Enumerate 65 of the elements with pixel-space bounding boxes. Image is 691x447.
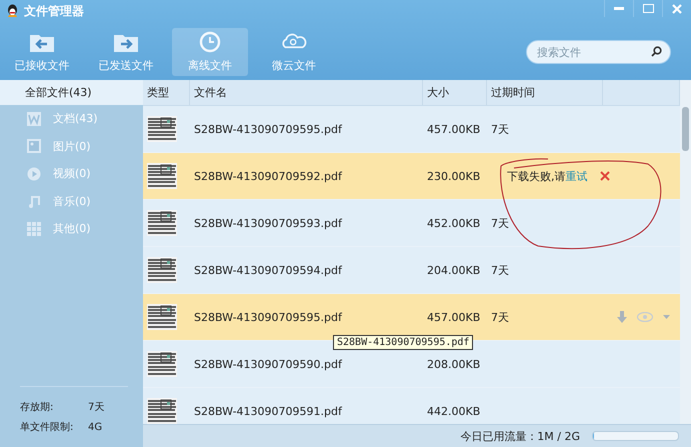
- file-name: S28BW-413090709591.pdf: [194, 404, 342, 418]
- document-thumbnail-icon: [147, 116, 177, 142]
- expiry-time: 7天: [491, 262, 509, 278]
- sidebar-item[interactable]: 全部文件(43): [0, 80, 143, 105]
- retry-link[interactable]: 重试: [566, 170, 588, 182]
- image-icon: [27, 139, 41, 154]
- info-label: 存放期:: [20, 400, 54, 414]
- close-icon: [672, 4, 682, 14]
- column-header[interactable]: 大小: [423, 80, 487, 105]
- file-name: S28BW-413090709595.pdf: [194, 122, 342, 136]
- column-header[interactable]: 文件名: [190, 80, 423, 105]
- column-header[interactable]: 类型: [143, 80, 190, 105]
- close-icon[interactable]: [600, 171, 610, 181]
- file-name: S28BW-413090709595.pdf: [194, 310, 342, 324]
- sidebar-item[interactable]: 视频(0): [0, 160, 143, 188]
- expiry-time: 7天: [491, 122, 509, 136]
- window-title: 文件管理器: [24, 2, 85, 20]
- tooltip: S28BW-413090709595.pdf: [333, 335, 474, 350]
- document-thumbnail-icon: [147, 210, 177, 236]
- document-thumbnail-icon: [147, 398, 177, 424]
- sidebar-item[interactable]: 音乐(0): [0, 188, 143, 215]
- file-size: 204.00KB: [427, 264, 480, 276]
- file-name: S28BW-413090709593.pdf: [194, 216, 342, 230]
- penguin-icon: [6, 4, 19, 18]
- search-field[interactable]: 搜索文件: [526, 40, 671, 64]
- toolbar-tab[interactable]: 离线文件: [172, 28, 248, 76]
- file-name: S28BW-413090709594.pdf: [194, 264, 342, 276]
- file-size: 230.00KB: [427, 170, 480, 182]
- expiry-time: 7天: [491, 310, 509, 324]
- file-size: 457.00KB: [427, 310, 480, 324]
- document-thumbnail-icon: [147, 163, 177, 189]
- clock-icon: [197, 31, 223, 53]
- document-thumbnail-icon: [147, 304, 177, 330]
- search-icon: [651, 46, 662, 57]
- file-name: S28BW-413090709592.pdf: [194, 170, 342, 182]
- caret-icon[interactable]: [663, 315, 670, 319]
- expiry-time: 7天: [491, 216, 509, 230]
- eye-icon[interactable]: [637, 312, 653, 322]
- document-thumbnail-icon: [147, 257, 177, 283]
- info-value: 4G: [88, 422, 102, 432]
- grid-icon: [27, 222, 41, 236]
- document-thumbnail-icon: [147, 351, 177, 377]
- scrollbar-thumb[interactable]: [682, 107, 689, 151]
- info-label: 单文件限制:: [20, 420, 74, 434]
- file-name: S28BW-413090709590.pdf: [194, 358, 342, 370]
- toolbar-tab[interactable]: 已发送文件: [88, 28, 164, 76]
- file-size: 442.00KB: [427, 404, 480, 418]
- music-note-icon: [27, 194, 41, 208]
- toolbar-tab[interactable]: 微云文件: [256, 28, 332, 76]
- toolbar-tab[interactable]: 已接收文件: [4, 28, 80, 76]
- error-message: 下载失败,请重试: [507, 168, 588, 184]
- minimize-icon: [614, 7, 624, 10]
- sidebar-item[interactable]: 其他(0): [0, 215, 143, 242]
- column-header[interactable]: 过期时间: [487, 80, 603, 105]
- sidebar-item[interactable]: 文档(43): [0, 105, 143, 132]
- info-value: 7天: [88, 401, 104, 414]
- file-size: 208.00KB: [427, 358, 480, 370]
- maximize-icon: [642, 4, 654, 13]
- sidebar-item[interactable]: 图片(0): [0, 132, 143, 160]
- download-icon[interactable]: [617, 311, 627, 323]
- file-size: 452.00KB: [427, 216, 480, 230]
- play-icon: [27, 166, 41, 181]
- document-icon: [27, 112, 41, 126]
- traffic-label: 今日已用流量：1M / 2G: [460, 428, 580, 444]
- file-size: 457.00KB: [427, 122, 480, 136]
